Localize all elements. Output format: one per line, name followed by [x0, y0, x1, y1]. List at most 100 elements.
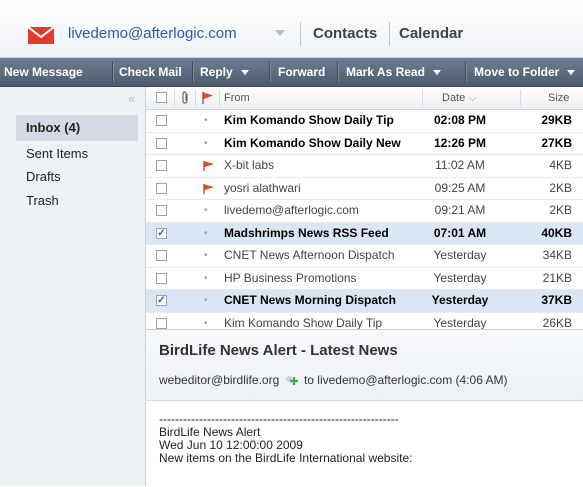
add-contact-icon[interactable] — [285, 375, 299, 387]
message-date: Yesterday — [431, 293, 489, 307]
row-checkbox[interactable] — [156, 317, 167, 329]
move-to-folder-label: Move to Folder — [474, 65, 560, 79]
message-from: Kim Komando Show Daily Tip — [224, 113, 394, 127]
preview-from[interactable]: webeditor@birdlife.org — [159, 373, 279, 387]
mark-as-read-label: Mark As Read — [346, 65, 425, 79]
message-list-header: From Date ⌵ Size — [146, 87, 583, 110]
message-size: 2KB — [549, 180, 572, 195]
account-selector[interactable]: livedemo@afterlogic.com — [68, 25, 237, 42]
flag-placeholder-icon[interactable]: • — [204, 200, 208, 221]
row-checkbox[interactable] — [156, 182, 167, 194]
message-from: X-bit labs — [224, 158, 275, 172]
chevron-down-icon — [432, 70, 441, 76]
flag-placeholder-icon[interactable]: • — [204, 245, 208, 266]
row-checkbox[interactable] — [156, 205, 167, 216]
folder-sidebar: « Inbox (4) Sent Items Drafts Trash — [0, 87, 146, 486]
reply-label: Reply — [200, 65, 233, 79]
table-row[interactable]: • Kim Komando Show Daily Tip 02:08 PM 29KB — [146, 110, 583, 133]
row-checkbox[interactable]: ✓ — [156, 295, 167, 306]
column-size[interactable]: Size — [548, 87, 569, 109]
flag-placeholder-icon[interactable]: • — [204, 290, 208, 311]
preview-body: ----------------------------------------… — [159, 413, 412, 465]
folder-inbox[interactable]: Inbox (4) — [16, 115, 138, 141]
message-from: CNET News Afternoon Dispatch — [224, 248, 395, 262]
collapse-icon[interactable]: « — [128, 91, 135, 106]
attachment-icon[interactable] — [181, 91, 190, 105]
message-size: 2KB — [549, 203, 572, 217]
table-row[interactable]: • Kim Komando Show Daily New 12:26 PM 27KB — [146, 133, 583, 155]
column-from[interactable]: From — [224, 87, 250, 109]
message-date: 11:02 AM — [435, 158, 485, 172]
table-row[interactable]: ✓ • Madshrimps News RSS Feed 07:01 AM 40KB — [146, 222, 583, 245]
table-row[interactable]: X-bit labs 11:02 AM 4KB — [146, 155, 583, 178]
flag-placeholder-icon[interactable]: • — [204, 133, 208, 154]
toolbar-divider — [112, 62, 113, 82]
forward-button[interactable]: Forward — [278, 58, 325, 86]
calendar-link[interactable]: Calendar — [399, 25, 463, 42]
contacts-link[interactable]: Contacts — [313, 25, 377, 42]
flag-placeholder-icon[interactable]: • — [204, 223, 208, 244]
message-from: Kim Komando Show Daily Tip — [224, 315, 383, 330]
message-date: Yesterday — [433, 248, 487, 262]
message-size: 27KB — [541, 135, 572, 150]
column-divider — [422, 90, 423, 106]
select-all-checkbox[interactable] — [156, 92, 167, 103]
folder-drafts[interactable]: Drafts — [16, 164, 138, 190]
preview-to-label: to — [303, 373, 314, 387]
chevron-down-icon[interactable] — [274, 28, 286, 38]
message-size: 40KB — [541, 225, 572, 240]
check-mail-button[interactable]: Check Mail — [119, 58, 182, 86]
chevron-down-icon — [567, 70, 576, 76]
row-checkbox[interactable] — [156, 250, 167, 261]
message-date: Yesterday — [433, 270, 487, 285]
move-to-folder-button[interactable]: Move to Folder — [474, 58, 576, 86]
mark-as-read-button[interactable]: Mark As Read — [346, 58, 441, 86]
sort-desc-icon: ⌵ — [468, 92, 477, 104]
message-date: Yesterday — [433, 315, 487, 330]
table-row[interactable]: • Kim Komando Show Daily Tip Yesterday 26KB — [146, 313, 583, 330]
message-list: From Date ⌵ Size • Kim Komando Show Daily… — [146, 87, 583, 329]
message-size: 26KB — [542, 315, 572, 330]
message-date: 09:25 AM — [434, 180, 486, 195]
table-row[interactable]: • livedemo@afterlogic.com 09:21 AM 2KB — [146, 200, 583, 223]
app-header: livedemo@afterlogic.com Contacts Calenda… — [0, 0, 583, 58]
header-divider — [389, 22, 390, 46]
flag-icon[interactable] — [202, 91, 214, 105]
preview-header: BirdLife News Alert - Latest News webedi… — [146, 330, 583, 401]
message-from: livedemo@afterlogic.com — [224, 203, 359, 217]
message-size: 21KB — [542, 270, 572, 285]
toolbar-divider — [269, 62, 270, 82]
new-message-button[interactable]: New Message — [4, 58, 83, 86]
folder-trash[interactable]: Trash — [16, 188, 138, 214]
message-size: 37KB — [541, 293, 572, 307]
column-divider — [520, 90, 521, 106]
column-divider — [174, 90, 175, 106]
message-date: 02:08 PM — [433, 113, 487, 127]
table-row[interactable]: • CNET News Afternoon Dispatch Yesterday 34… — [146, 245, 583, 268]
table-row[interactable]: • HP Business Promotions Yesterday 21KB — [146, 268, 583, 290]
header-divider — [300, 22, 301, 46]
reply-button[interactable]: Reply — [200, 58, 249, 86]
toolbar: New Message Check Mail Reply Forward Mar… — [0, 58, 583, 87]
row-checkbox[interactable]: ✓ — [156, 227, 167, 239]
row-checkbox[interactable] — [156, 137, 167, 149]
toolbar-divider — [337, 62, 338, 82]
column-date[interactable]: Date ⌵ — [442, 87, 477, 109]
flag-icon[interactable] — [203, 160, 215, 172]
table-row[interactable]: yosri alathwari 09:25 AM 2KB — [146, 178, 583, 200]
flag-placeholder-icon[interactable]: • — [204, 313, 208, 330]
message-size: 4KB — [549, 158, 572, 172]
table-row[interactable]: ✓ • CNET News Morning Dispatch Yesterday 37K… — [146, 290, 583, 313]
toolbar-divider — [192, 62, 193, 82]
preview-to: livedemo@afterlogic.com (4:06 AM) — [317, 373, 508, 387]
message-from: HP Business Promotions — [224, 270, 357, 285]
flag-placeholder-icon[interactable]: • — [204, 110, 208, 131]
message-from: Kim Komando Show Daily New — [224, 135, 401, 150]
row-checkbox[interactable] — [156, 115, 167, 126]
message-size: 34KB — [542, 248, 572, 262]
toolbar-divider — [465, 62, 466, 82]
row-checkbox[interactable] — [156, 272, 167, 284]
row-checkbox[interactable] — [156, 160, 167, 171]
flag-icon[interactable] — [203, 183, 215, 195]
flag-placeholder-icon[interactable]: • — [204, 268, 208, 289]
